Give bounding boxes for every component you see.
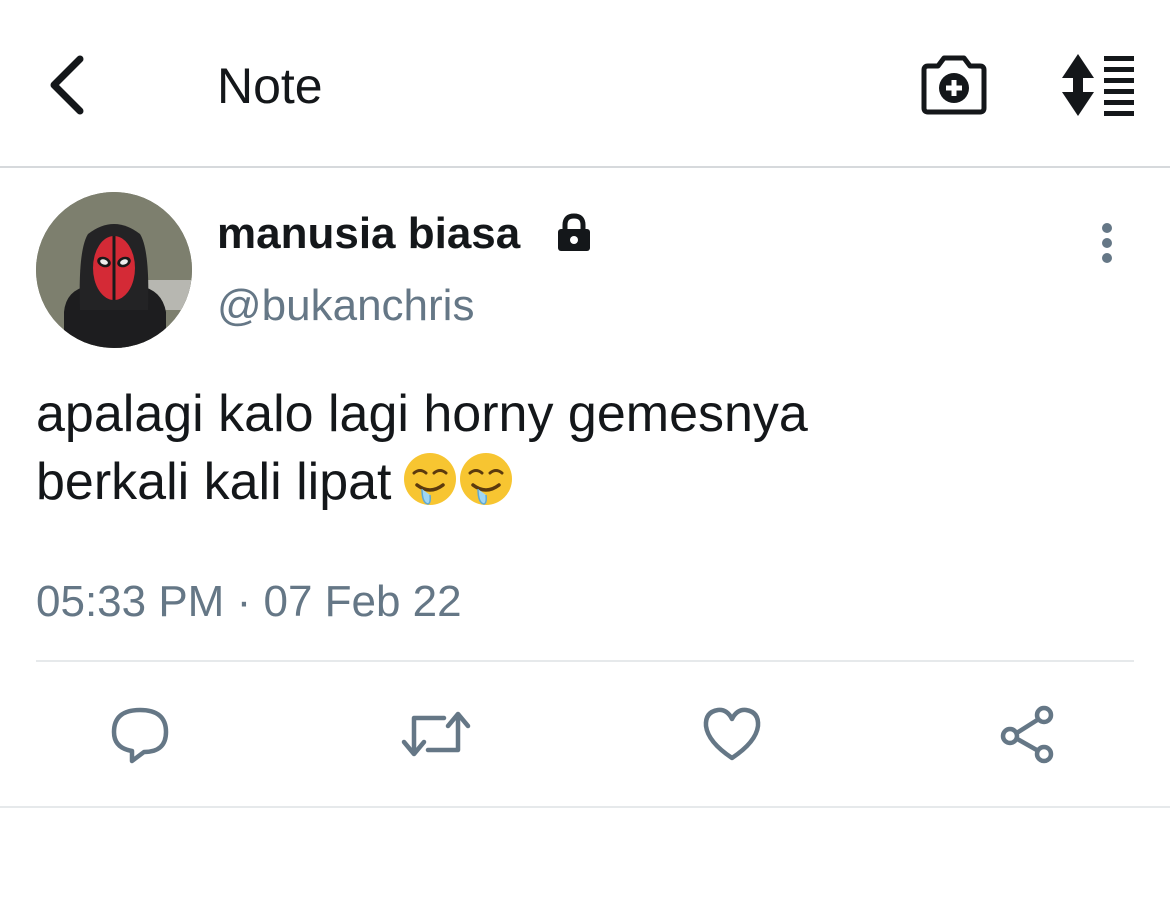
chevron-left-icon xyxy=(50,55,84,115)
display-name[interactable]: manusia biasa xyxy=(217,208,520,260)
reply-button[interactable] xyxy=(104,700,176,768)
tweet-time: 05:33 PM xyxy=(36,577,225,626)
avatar[interactable] xyxy=(36,192,192,348)
retweet-icon xyxy=(401,711,471,757)
username[interactable]: @bukanchris xyxy=(217,280,474,332)
emoji-group xyxy=(392,453,514,511)
tweet-text-line: berkali kali lipat xyxy=(36,448,1136,516)
heart-icon xyxy=(703,707,761,761)
tweet-text-line-content: berkali kali lipat xyxy=(36,453,392,511)
camera-button[interactable] xyxy=(918,50,990,120)
timestamp-separator: · xyxy=(236,577,252,626)
camera-add-icon xyxy=(921,55,987,115)
share-icon xyxy=(1000,705,1054,764)
drooling-face-emoji xyxy=(459,453,512,505)
drooling-face-emoji xyxy=(403,453,456,505)
tweet-text: apalagi kalo lagi horny gemesnya berkali… xyxy=(36,380,1136,516)
note-screen: Note manusia biasa @bukanchris apalagi k… xyxy=(0,0,1170,918)
share-button[interactable] xyxy=(992,700,1064,768)
page-title: Note xyxy=(217,58,323,114)
tweet-text-line: apalagi kalo lagi horny gemesnya xyxy=(36,385,808,443)
profile-avatar xyxy=(36,192,192,348)
back-button[interactable] xyxy=(36,50,96,120)
lock-icon xyxy=(558,213,590,251)
divider xyxy=(0,806,1170,808)
retweet-button[interactable] xyxy=(400,700,472,768)
reply-icon xyxy=(111,707,169,764)
sort-list-icon xyxy=(1062,54,1134,116)
tweet-date: 07 Feb 22 xyxy=(263,577,462,626)
like-button[interactable] xyxy=(696,700,768,768)
more-options-button[interactable] xyxy=(1085,220,1129,268)
top-bar: Note xyxy=(0,0,1170,168)
sort-button[interactable] xyxy=(1056,50,1140,120)
divider xyxy=(36,660,1134,662)
tweet-timestamp: 05:33 PM · 07 Feb 22 xyxy=(36,576,462,628)
more-vertical-icon xyxy=(1102,223,1112,263)
